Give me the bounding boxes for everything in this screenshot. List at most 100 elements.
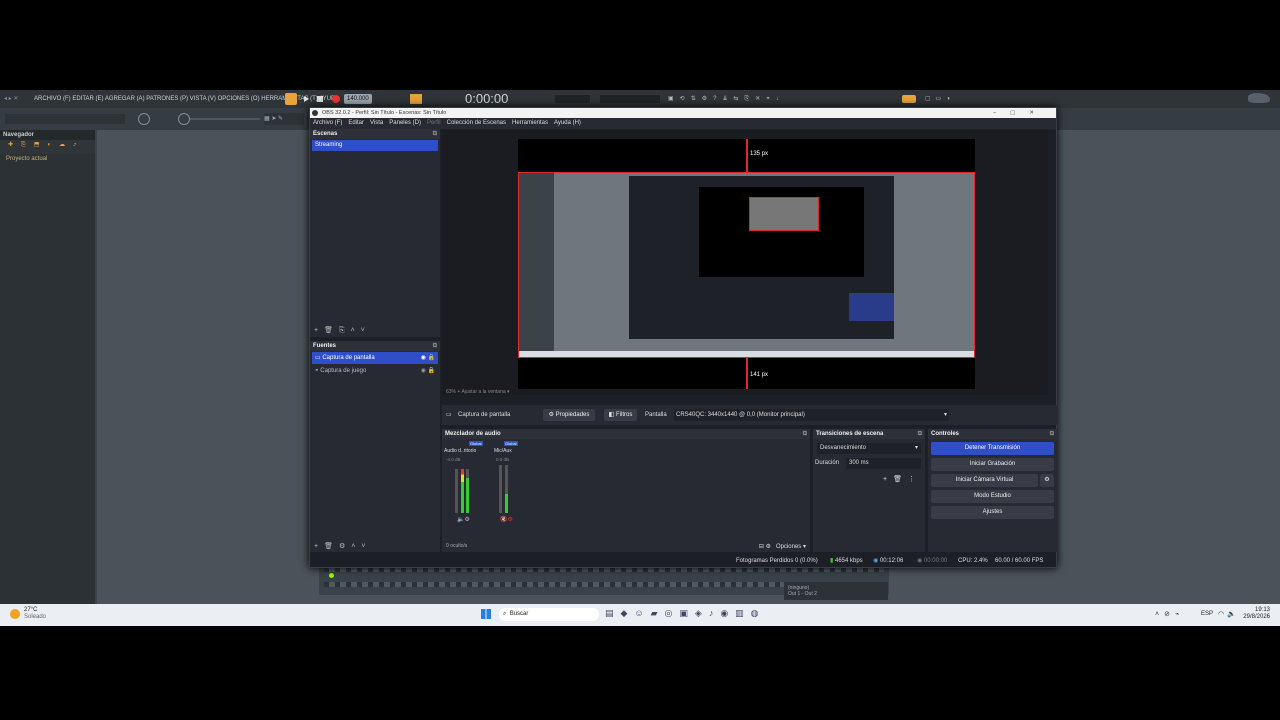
global-badge: Global — [469, 441, 483, 446]
bottom-distance-label: 141 px — [750, 372, 769, 378]
preview-zoom-controls[interactable]: 63% + Ajustar a la ventana ▾ — [446, 389, 510, 395]
play-icon[interactable] — [304, 96, 309, 102]
context-source-name: Captura de pantalla — [458, 412, 511, 418]
studio-mode-button[interactable]: Modo Estudio — [931, 490, 1054, 503]
obs-window: OBS 32.0.2 - Perfil: Sin Título - Escena… — [309, 107, 1057, 568]
visibility-eye-icon[interactable]: ◉ 🔒 — [421, 352, 435, 364]
obs-title: OBS 32.0.2 - Perfil: Sin Título - Escena… — [322, 110, 447, 116]
desktop-screen: ◂ ▸ ✕ ARCHIVO (F) EDITAR (E) AGREGAR (A)… — [0, 90, 1280, 626]
monitor-icon: ▭ — [446, 412, 452, 418]
db-desktop: -4.0 dB — [446, 457, 461, 462]
volume-slider-mic[interactable] — [499, 465, 502, 513]
window-controls[interactable]: –▢✕ — [993, 108, 1048, 118]
transition-toolbar[interactable]: +🗑⋮ — [883, 475, 921, 483]
monitor-icon: ▭ — [315, 355, 321, 361]
browser-toolbar[interactable]: ✚⎘⬒◐☁⤴ — [0, 140, 95, 155]
scenes-toolbar[interactable]: +🗑⎘˄˅ — [314, 326, 371, 335]
obs-menu-item[interactable]: Ayuda (H) — [554, 120, 581, 126]
transition-select[interactable]: Desvanecimiento ▾ — [817, 443, 921, 454]
sources-title: Fuentes — [313, 343, 337, 349]
browser-list: Proyecto actualHistorialPatronesEfectosG… — [0, 154, 95, 164]
settings-button[interactable]: Ajustes — [931, 506, 1054, 519]
level-meter — [466, 469, 469, 513]
bpm-display[interactable]: 140.000 — [344, 94, 372, 104]
scene-item-streaming[interactable]: Streaming — [312, 140, 438, 151]
browser-title: Navegador — [0, 130, 95, 141]
mute-desktop-icon[interactable]: 🔈⚙ — [457, 516, 470, 523]
display-select[interactable]: CRS40QC: 3440x1440 @ 0,0 (Monitor princi… — [674, 409, 949, 421]
fit-window-label: Ajustar a la ventana — [461, 389, 506, 395]
stop-icon[interactable] — [317, 96, 323, 102]
network-volume-icons[interactable]: ◠🔈 — [1218, 610, 1239, 618]
source-item-game[interactable]: ◓ Captura de juego ◉ 🔒 — [312, 365, 438, 377]
scenes-dock: Escenas ⧉ Streaming +🗑⎘˄˅ — [310, 129, 440, 337]
top-distance-label: 135 px — [750, 151, 769, 157]
obs-menu-item[interactable]: Editar — [348, 120, 364, 126]
obs-menu-item[interactable]: Archivo (F) — [313, 120, 342, 126]
display-label: Pantalla — [645, 412, 667, 418]
language-indicator[interactable]: ESP — [1201, 611, 1213, 617]
obs-menu-item[interactable]: Perfil — [427, 120, 441, 126]
waveform-monitor — [600, 95, 660, 103]
start-recording-button[interactable]: Iniciar Grabación — [931, 458, 1054, 471]
audio-mixer-dock: Mezclador de audio ⧉ Global Global Audio … — [442, 429, 810, 552]
volume-slider-desktop[interactable] — [455, 469, 458, 513]
weather-widget[interactable]: 27°C Soleado — [24, 607, 46, 621]
window-icons[interactable]: ▢▭◑ — [925, 90, 955, 108]
obs-menu-item[interactable]: Vista — [370, 120, 383, 126]
global-badge: Global — [504, 441, 518, 446]
obs-titlebar: OBS 32.0.2 - Perfil: Sin Título - Escena… — [310, 108, 1056, 118]
scenes-title: Escenas — [313, 131, 338, 137]
mixer-options[interactable]: ⊟ ⚙ Opciones ▾ — [759, 543, 806, 550]
taskbar-apps[interactable]: ▤◆☺▰◎▣◈♪◉▥◍ — [605, 608, 766, 619]
duration-label: Duración — [815, 460, 840, 466]
duration-spinbox[interactable]: 300 ms — [846, 458, 921, 469]
browser-item[interactable]: Proyecto actual — [0, 154, 95, 164]
obs-menubar: Archivo (F) Editar Vista Paneles (D) Perfil C… — [310, 118, 1056, 129]
channel-desktop-audio[interactable]: Audio d..ritorio — [444, 448, 476, 454]
tray-icons[interactable]: ˄⊘⌁ — [1155, 610, 1184, 618]
zoom-level: 63% — [446, 389, 457, 395]
snap-tools[interactable]: ▦ ➤ ✎ — [264, 113, 304, 125]
taskbar-search[interactable]: ⌕ Buscar — [499, 608, 599, 621]
fl-menu-bar: ◂ ▸ ✕ ARCHIVO (F) EDITAR (E) AGREGAR (A)… — [0, 90, 1280, 108]
controls-title: Controles — [931, 431, 960, 437]
gear-icon[interactable]: ⚙ — [1040, 474, 1054, 487]
preview-canvas: 135 px 141 px — [518, 139, 975, 389]
transitions-dock: Transiciones de escena ⧉ Desvanecimiento ▾… — [813, 429, 925, 552]
master-pitch-knob[interactable] — [178, 113, 190, 125]
virtual-camera-button[interactable]: Iniciar Cámara Virtual — [931, 474, 1038, 487]
hint-bar — [5, 114, 125, 124]
cpu-meter — [555, 95, 590, 103]
properties-button[interactable]: ⚙ Propiedades — [543, 409, 595, 421]
stop-streaming-button[interactable]: Detener Transmisión — [931, 442, 1054, 455]
record-icon[interactable] — [332, 95, 340, 103]
fl-browser: Navegador ✚⎘⬒◐☁⤴ Proyecto actualHistoria… — [0, 130, 95, 604]
pattern-song-toggle[interactable] — [285, 93, 297, 105]
toolbar-toggle[interactable] — [902, 95, 916, 103]
obs-menu-item[interactable]: Paneles (D) — [389, 120, 421, 126]
obs-menu-item[interactable]: Colección de Escenas — [447, 120, 506, 126]
screen-capture-source[interactable] — [518, 172, 975, 358]
obs-statusbar: Fotogramas Perdidos 0 (0.0%) ▮ 4654 kbps… — [310, 555, 1056, 567]
source-context-bar: ▭ Captura de pantalla ⚙ Propiedades ◧ Fi… — [442, 405, 1057, 425]
channel-mic-aux[interactable]: Mic/Aux — [494, 448, 512, 454]
mute-mic-icon[interactable]: 🔇⚙ — [500, 516, 513, 523]
windows-taskbar: 27°C Soleado ⌕ Buscar ▤◆☺▰◎▣◈♪◉▥◍ ˄⊘⌁ ESP… — [0, 604, 1280, 626]
mixer-title: Mezclador de audio — [445, 431, 501, 437]
gamepad-icon: ◓ — [315, 368, 319, 374]
clock[interactable]: 19:13 29/8/2026 — [1243, 607, 1270, 621]
obs-preview[interactable]: 135 px 141 px 63% + Ajustar a la ventana… — [442, 130, 1048, 395]
obs-menu-item[interactable]: Herramientas — [512, 120, 548, 126]
windows-start-icon[interactable] — [481, 609, 491, 619]
filters-button[interactable]: ◧ Filtros — [604, 409, 637, 421]
pitch-slider[interactable] — [190, 118, 260, 120]
level-meter — [461, 469, 464, 513]
metronome-icon[interactable] — [410, 94, 422, 104]
source-item-screen[interactable]: ▭ Captura de pantalla ◉ 🔒 — [312, 352, 438, 364]
sources-toolbar[interactable]: +🗑⚙˄˅ — [314, 542, 371, 550]
visibility-eye-icon[interactable]: ◉ 🔒 — [421, 365, 435, 377]
toolbar-icons[interactable]: ▣⟲⇅⚙?⇊⇆⎘✕⌖↓ — [668, 90, 785, 108]
master-volume-knob[interactable] — [138, 113, 150, 125]
cpu-usage: CPU: 2.4% — [958, 558, 988, 564]
